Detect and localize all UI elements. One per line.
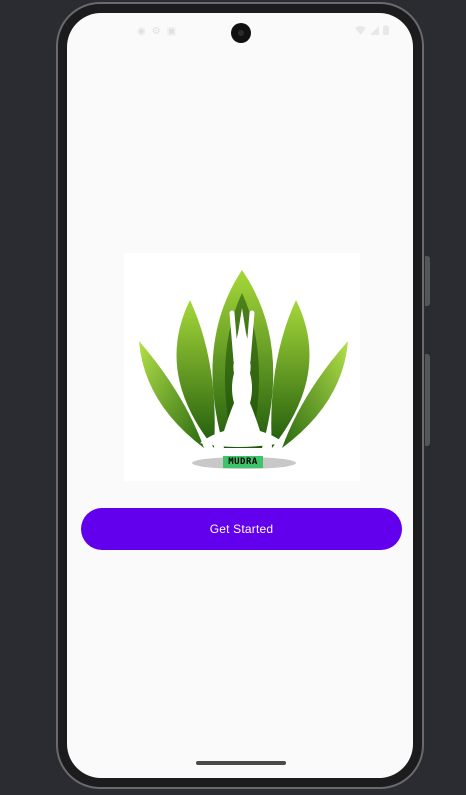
storage-icon: ▣ [166,26,177,37]
lotus-yoga-logo-icon [139,270,348,469]
status-notification-icons: ◉ ⚙ ▣ [137,26,176,37]
signal-icon [370,25,379,35]
notification-icon: ◉ [137,26,146,37]
status-bar: ◉ ⚙ ▣ [67,13,413,53]
wifi-icon [355,25,366,35]
brand-name: MUDRA [223,456,263,468]
settings-icon: ⚙ [151,26,161,37]
app-logo: MUDRA [124,253,360,481]
battery-icon [383,25,389,35]
power-button [425,256,430,306]
phone-frame: ◉ ⚙ ▣ MUDRA Get Started [56,2,424,789]
volume-button [425,354,430,446]
get-started-button[interactable]: Get Started [81,508,402,550]
status-system-icons [355,25,389,35]
home-indicator[interactable] [196,761,286,765]
front-camera [231,23,251,43]
app-screen: ◉ ⚙ ▣ MUDRA Get Started [67,13,413,778]
